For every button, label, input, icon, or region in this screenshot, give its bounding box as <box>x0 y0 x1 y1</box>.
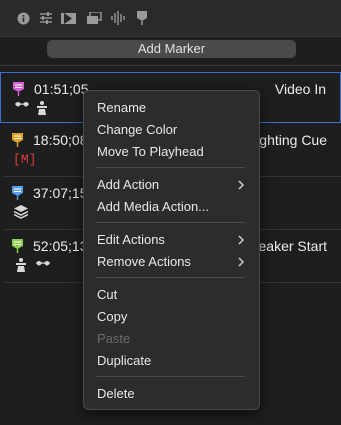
menu-item-add-media-action[interactable]: Add Media Action... <box>97 199 247 215</box>
add-marker-button[interactable]: Add Marker <box>47 40 296 58</box>
glasses-icon <box>36 261 50 266</box>
context-menu: Rename Change Color Move To Playhead Add… <box>83 90 260 410</box>
marker-flag-icon <box>12 186 23 200</box>
marker-name: ighting Cue <box>256 132 327 148</box>
marker-time: 18:50;08 <box>33 132 88 148</box>
menu-separator <box>96 222 245 223</box>
marker-flag-icon[interactable] <box>134 10 150 26</box>
menu-item-copy[interactable]: Copy <box>97 309 247 325</box>
sliders-icon[interactable] <box>38 10 54 26</box>
menu-separator <box>96 277 245 278</box>
menu-item-add-action[interactable]: Add Action <box>97 177 247 193</box>
chevron-right-icon <box>238 180 244 190</box>
menu-item-rename[interactable]: Rename <box>97 100 247 116</box>
badge-text: M <box>20 152 29 167</box>
menu-item-change-color[interactable]: Change Color <box>97 122 247 138</box>
menu-separator <box>96 167 245 168</box>
marker-flag-icon <box>12 133 23 147</box>
chevron-right-icon <box>238 235 244 245</box>
marker-flag-icon <box>13 82 24 96</box>
menu-item-move-to-playhead[interactable]: Move To Playhead <box>97 144 247 160</box>
menu-item-duplicate[interactable]: Duplicate <box>97 353 247 369</box>
toolbar <box>0 0 341 37</box>
chevron-right-icon <box>238 257 244 267</box>
marker-name: eaker Start <box>258 238 327 254</box>
menu-item-edit-actions[interactable]: Edit Actions <box>97 232 247 248</box>
divider <box>0 65 341 66</box>
marker-flag-icon <box>12 239 23 253</box>
menu-item-cut[interactable]: Cut <box>97 287 247 303</box>
layers-icon <box>14 205 28 219</box>
stack-icon[interactable] <box>86 10 102 26</box>
menu-item-delete[interactable]: Delete <box>97 386 247 402</box>
m-badge-icon: [M] <box>13 152 37 167</box>
marker-name: Video In <box>274 81 326 97</box>
marker-time: 37:07;15 <box>33 185 88 201</box>
marker-time: 01:51;05 <box>34 81 89 97</box>
glasses-icon <box>15 102 29 107</box>
person-icon <box>16 258 26 272</box>
info-icon[interactable] <box>15 10 31 26</box>
marker-time: 52:05;13 <box>33 238 88 254</box>
menu-separator <box>96 376 245 377</box>
clapper-icon[interactable] <box>61 10 77 26</box>
menu-item-remove-actions[interactable]: Remove Actions <box>97 254 247 270</box>
menu-item-paste: Paste <box>97 331 131 346</box>
waveform-icon[interactable] <box>110 10 126 26</box>
person-icon <box>37 101 47 115</box>
